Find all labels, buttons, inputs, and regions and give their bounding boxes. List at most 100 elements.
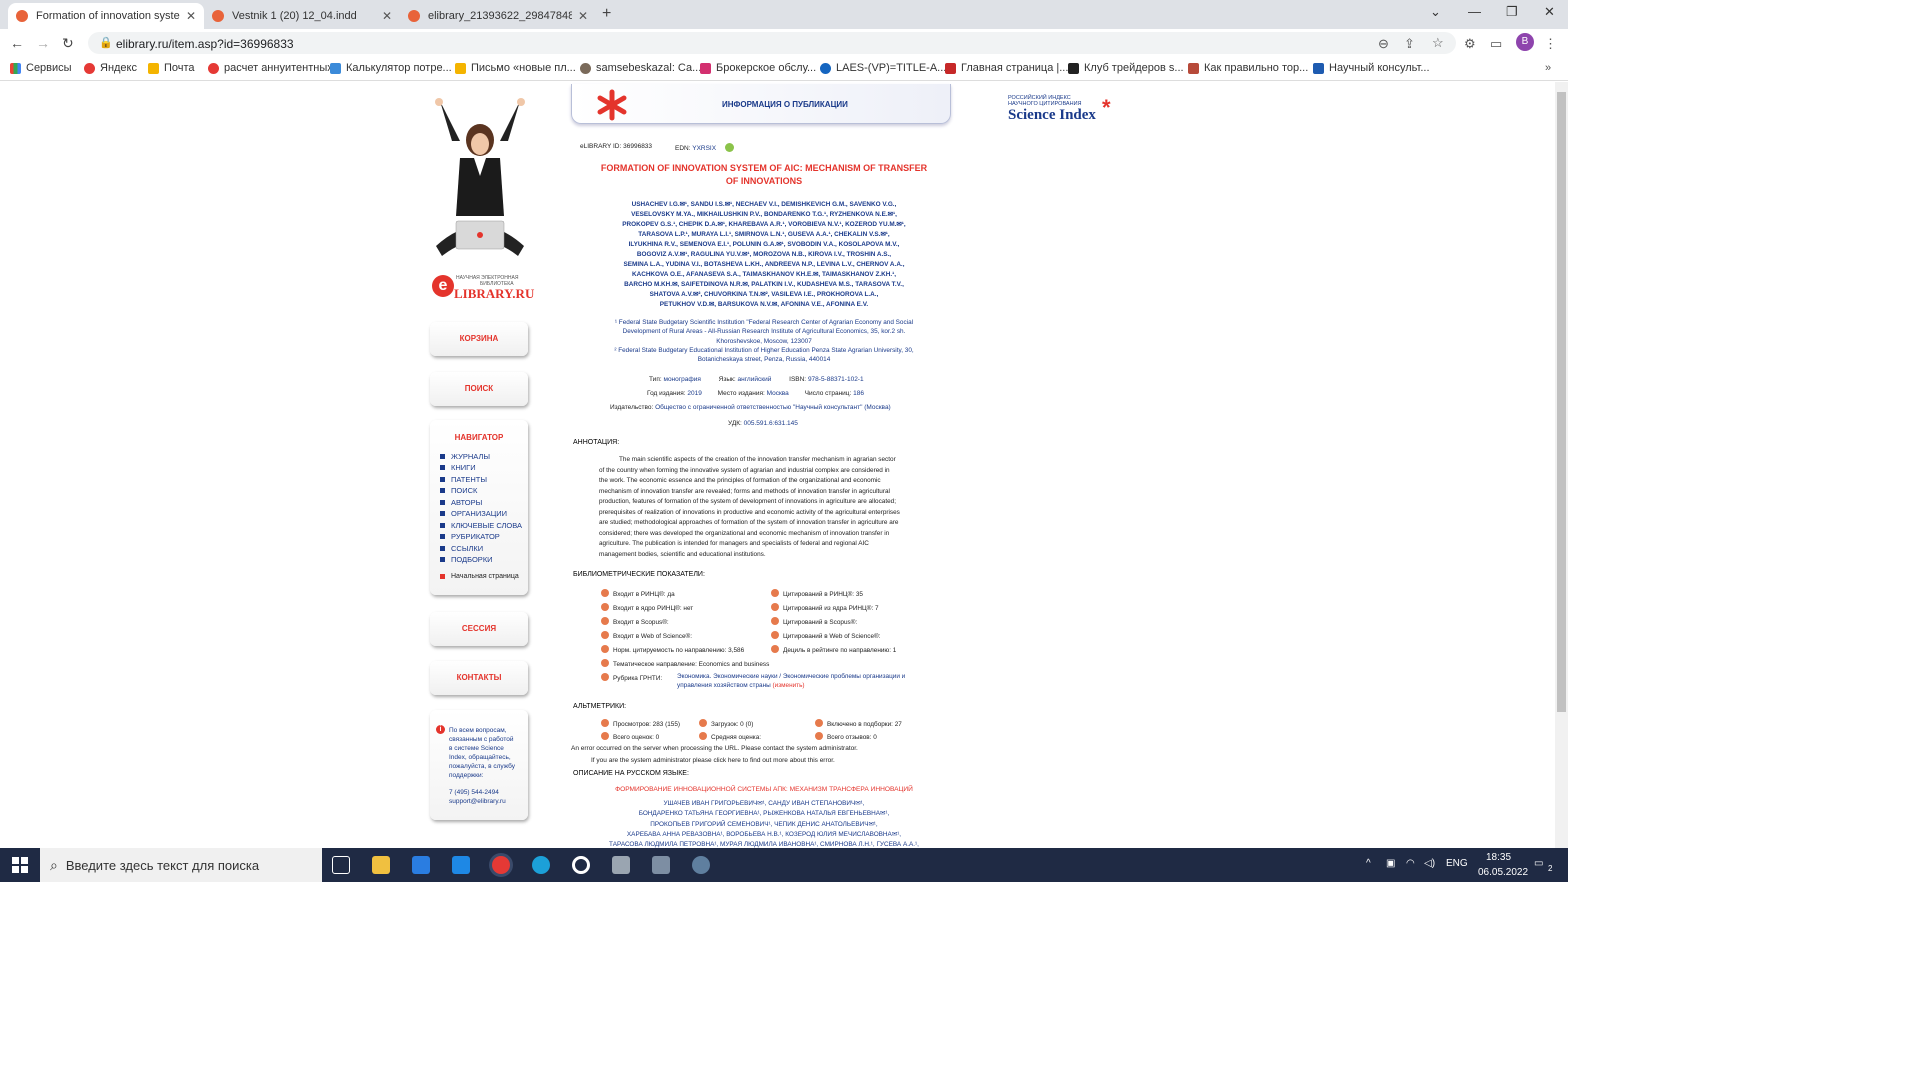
volume-icon[interactable]: ◁) [1424,858,1435,869]
nav-keywords[interactable]: КЛЮЧЕВЫЕ СЛОВА [440,521,522,530]
clock-time[interactable]: 18:35 [1486,852,1511,863]
affiliation-line[interactable]: ² Federal State Budgetary Educational In… [570,346,958,355]
affiliation-line[interactable]: Botanicheskaya street, Penza, Russia, 44… [570,355,958,364]
input-language[interactable]: ENG [1446,858,1468,869]
authors-line[interactable]: ILYUKHINA R.V., SEMENOVA E.I.¹, POLUNIN … [570,240,958,250]
nav-links[interactable]: ССЫЛКИ [440,544,483,553]
question-icon[interactable] [699,719,707,727]
authors-line[interactable]: PETUKHOV V.D.✉, BARSUKOVA N.V.✉, AFONINA… [570,300,958,310]
question-icon[interactable] [601,603,609,611]
scrollbar[interactable] [1555,82,1568,848]
grnti-rubric[interactable]: Экономика. Экономические науки / Экономи… [677,672,905,690]
tray-device-icon[interactable]: ▣ [1386,858,1395,869]
ru-authors-line[interactable]: БОНДАРЕНКО ТАТЬЯНА ГЕОРГИЕВНА¹, РЫЖЕНКОВ… [570,809,958,819]
question-icon[interactable] [601,645,609,653]
file-explorer-icon[interactable] [372,856,390,874]
edn-value[interactable]: YXRSIX [692,145,716,152]
question-icon[interactable] [815,732,823,740]
bookmark-main[interactable]: Главная страница |... [945,62,1068,74]
clock-date[interactable]: 06.05.2022 [1478,867,1528,878]
close-icon[interactable]: ✕ [578,9,588,23]
reload-icon[interactable]: ↻ [62,35,74,52]
affiliation-line[interactable]: Development of Rural Areas - All-Russian… [570,327,958,336]
question-icon[interactable] [601,673,609,681]
question-icon[interactable] [771,603,779,611]
forward-icon[interactable]: → [36,35,50,51]
extensions-icon[interactable]: ⚙ [1464,36,1476,52]
url-text[interactable]: elibrary.ru/item.asp?id=36996833 [116,37,294,51]
authors-line[interactable]: BARCHO M.KH.✉, SAIFETDINOVA N.R.✉, PALAT… [570,280,958,290]
nav-organizations[interactable]: ОРГАНИЗАЦИИ [440,509,507,518]
affiliation-line[interactable]: ¹ Federal State Budgetary Scientific Ins… [570,318,958,327]
mail-app-icon[interactable] [452,856,470,874]
nav-rubricator[interactable]: РУБРИКАТОР [440,532,500,541]
publisher-link[interactable]: Общество с ограниченной ответственностью… [655,404,891,411]
windows-start-icon[interactable] [12,857,28,873]
new-tab-icon[interactable]: + [602,5,611,23]
change-link[interactable]: (изменить) [773,682,805,689]
authors-line[interactable]: SEMINA L.A., YUDINA V.I., BOTASHEVA L.KH… [570,260,958,270]
question-icon[interactable] [771,631,779,639]
question-icon[interactable] [771,589,779,597]
question-icon[interactable] [601,719,609,727]
nav-journals[interactable]: ЖУРНАЛЫ [440,452,490,461]
bookmark-mail[interactable]: Почта [148,62,195,74]
bookmark-annuity[interactable]: расчет аннуитентных... [208,62,342,74]
affiliation-line[interactable]: Khoroshevskoe, Moscow, 123007 [570,337,958,346]
question-icon[interactable] [699,732,707,740]
nav-books[interactable]: КНИГИ [440,463,476,472]
share-icon[interactable]: ⇪ [1404,36,1415,52]
more-bookmarks-icon[interactable]: » [1545,62,1551,74]
bookmark-yandex[interactable]: Яндекс [84,62,137,74]
support-email[interactable]: support@elibrary.ru [449,798,506,805]
authors-line[interactable]: USHACHEV I.G.✉¹, SANDU I.S.✉¹, NECHAEV V… [570,200,958,210]
bookmark-services[interactable]: Сервисы [10,62,72,74]
task-view-icon[interactable] [332,856,350,874]
nav-patents[interactable]: ПАТЕНТЫ [440,475,487,484]
authors-line[interactable]: KACHKOVA O.E., AFANASEVA S.A., TAIMASKHA… [570,270,958,280]
edge-icon[interactable] [532,856,550,874]
taskbar-search[interactable]: ⌕ Введите здесь текст для поиска [40,848,322,882]
close-icon[interactable]: ✕ [382,9,392,23]
question-icon[interactable] [601,617,609,625]
menu-icon[interactable]: ⋮ [1544,36,1557,52]
chevron-down-icon[interactable]: ⌄ [1430,4,1441,20]
tab-pdf[interactable]: elibrary_21393622_29847848.pdf ✕ [400,3,596,29]
bookmark-calculator[interactable]: Калькулятор потре... [330,62,452,74]
sidepanel-icon[interactable]: ▭ [1490,36,1502,52]
bookmark-letter[interactable]: Письмо «новые пл... [455,62,576,74]
close-icon[interactable]: ✕ [186,9,196,23]
bookmark-broker[interactable]: Брокерское обслу... [700,62,816,74]
authors-line[interactable]: PROKOPEV G.S.¹, CHEPIK D.A.✉¹, KHAREBAVA… [570,220,958,230]
app-icon[interactable] [692,856,710,874]
cart-button[interactable]: КОРЗИНА [430,322,528,356]
question-icon[interactable] [601,659,609,667]
authors-line[interactable]: VESELOVSKY M.YA., MIKHAILUSHKIN P.V., BO… [570,210,958,220]
calculator-icon[interactable] [612,856,630,874]
ru-authors-line[interactable]: ПРОКОПЬЕВ ГРИГОРИЙ СЕМЕНОВИЧ¹, ЧЕПИК ДЕН… [570,820,958,830]
contacts-button[interactable]: КОНТАКТЫ [430,661,528,695]
back-icon[interactable]: ← [10,35,24,51]
authors-line[interactable]: SHATOVA A.V.✉², CHUVORKINA T.N.✉², VASIL… [570,290,958,300]
science-index-logo[interactable]: РОССИЙСКИЙ ИНДЕКС НАУЧНОГО ЦИТИРОВАНИЯ S… [1008,95,1111,124]
bookmark-traders[interactable]: Клуб трейдеров s... [1068,62,1184,74]
notifications-icon[interactable]: ▭ [1534,858,1543,869]
ru-authors-line[interactable]: ХАРЕБАВА АННА РЕВАЗОВНА¹, ВОРОБЬЕВА Н.В.… [570,830,958,840]
grnti-line[interactable]: управления хозяйством страны [677,682,771,689]
store-icon[interactable] [412,856,430,874]
app-icon[interactable] [652,856,670,874]
question-icon[interactable] [771,617,779,625]
session-button[interactable]: СЕССИЯ [430,612,528,646]
wifi-icon[interactable]: ◠ [1406,858,1415,869]
question-icon[interactable] [601,732,609,740]
profile-avatar[interactable]: B [1516,33,1534,51]
authors-line[interactable]: BOGOVIZ A.V.✉¹, RAGULINA YU.V.✉¹, MOROZO… [570,250,958,260]
question-icon[interactable] [601,589,609,597]
minimize-icon[interactable]: — [1468,4,1481,19]
opera-icon[interactable] [572,856,590,874]
zoom-icon[interactable]: ⊖ [1378,36,1389,52]
tab-formation[interactable]: Formation of innovation system o ✕ [8,3,204,29]
lock-icon[interactable]: 🔒 [99,36,113,49]
bookmark-laes[interactable]: LAES-(VP)=TITLE-A... [820,62,946,74]
question-icon[interactable] [771,645,779,653]
